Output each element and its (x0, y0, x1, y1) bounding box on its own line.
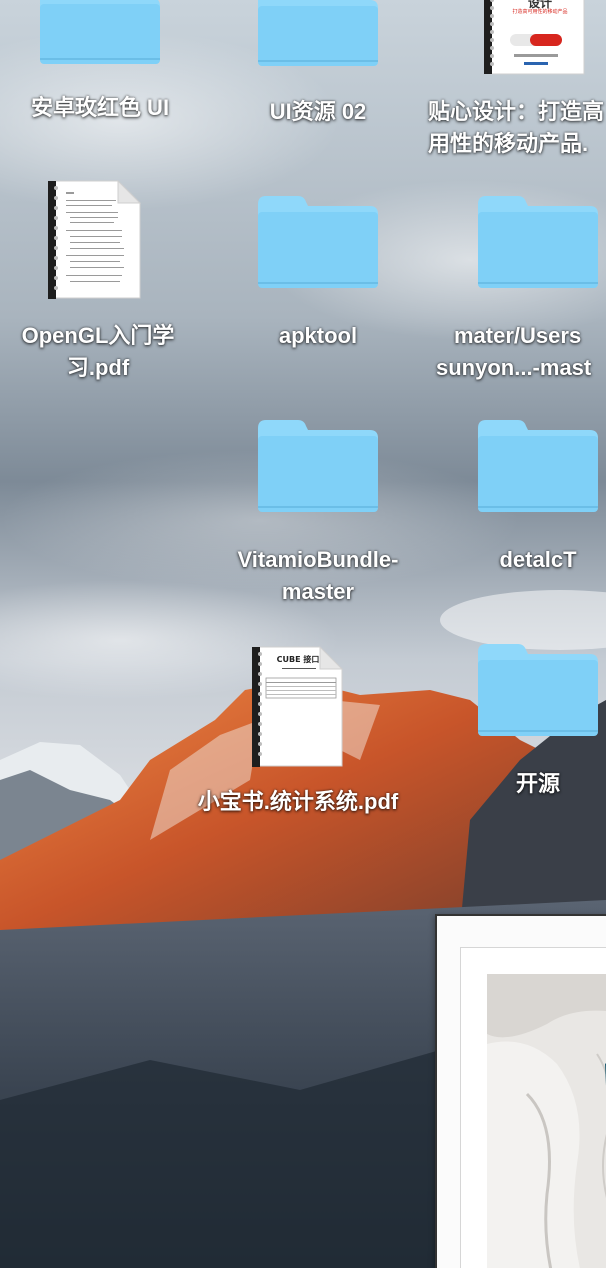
desktop-item-label: 开源 (515, 771, 560, 796)
desktop-item-label-line2: master (281, 579, 355, 604)
desktop-item-label: 安卓玫红色 UI (30, 95, 170, 120)
desktop-item-label: UI资源 02 (269, 99, 367, 124)
desktop-item-label-line1: 贴心设计：打造高 (428, 99, 605, 124)
desktop-item-label-line1: OpenGL入门学 (21, 323, 175, 348)
folder-icon (258, 420, 378, 512)
doc-cover-title: CUBE 接口 (276, 655, 320, 664)
photo-preview-window[interactable] (437, 916, 606, 1268)
desktop-item-label-line1: VitamioBundle- (237, 547, 399, 572)
photo-thumbnail (487, 974, 606, 1268)
folder-icon (258, 0, 378, 66)
desktop-item-label-line2: 用性的移动产品. (428, 131, 589, 156)
desktop-item-label-line2: sunyon...-mast (436, 355, 592, 380)
book-cover-subtitle: 打造高可用性的移动产品 (512, 9, 568, 15)
desktop-item-label-line2: 习.pdf (66, 355, 130, 380)
folder-icon (258, 196, 378, 288)
folder-icon (478, 420, 598, 512)
folder-icon (40, 0, 160, 64)
desktop: 安卓玫红色 UI UI资源 02 设计 打造高可用性的移动产品 贴心设计：打造高… (0, 0, 606, 1268)
pdf-document-icon (48, 180, 142, 299)
desktop-item-label: detalcT (499, 547, 577, 572)
desktop-item-label: apktool (278, 323, 358, 348)
desktop-item-label: 小宝书.统计系统.pdf (197, 789, 399, 814)
desktop-item-label-line1: mater/Users (454, 323, 582, 348)
folder-icon (478, 644, 598, 736)
folder-icon (478, 196, 598, 288)
